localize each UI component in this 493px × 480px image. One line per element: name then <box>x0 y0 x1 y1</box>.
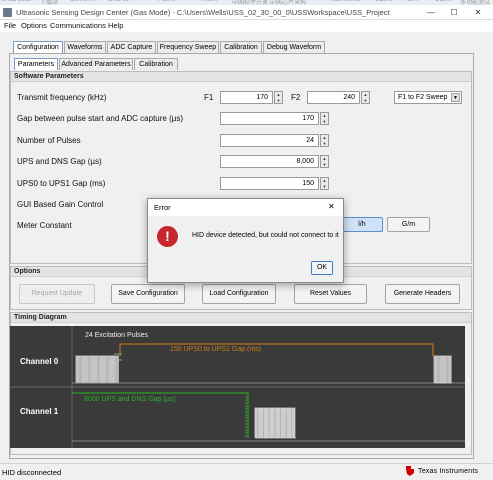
tab-adc-capture[interactable]: ADC Capture <box>107 41 156 53</box>
gain-control-label: GUI Based Gain Control <box>17 200 104 209</box>
f2-label: F2 <box>291 93 301 102</box>
pulses-input[interactable]: 24 <box>220 134 319 147</box>
reset-values-button[interactable]: Reset Values <box>294 284 367 304</box>
ups0-ups1-gap-bracket <box>119 343 434 356</box>
background-tab-label: CCSN <box>435 0 453 3</box>
timing-diagram-header: Timing Diagram <box>11 313 471 323</box>
status-bar: HID disconnected Texas Instruments <box>0 463 493 480</box>
transmit-frequency-label: Transmit frequency (kHz) <box>17 93 107 102</box>
status-text: HID disconnected <box>2 468 62 477</box>
gap-label: Gap between pulse start and ADC capture … <box>17 114 184 123</box>
background-tab-label: Chat GPT <box>108 0 135 3</box>
f1-input[interactable]: 170 <box>220 91 273 104</box>
minimize-button[interactable]: — <box>423 7 439 18</box>
software-parameters-header: Software Parameters <box>11 72 471 82</box>
pulse-train <box>433 355 452 384</box>
timing-diagram-canvas: 24 Excitation Pulses 150 UPS0 to UPS1 Ga… <box>10 326 465 448</box>
unit-lh-button[interactable]: l/h <box>341 217 383 232</box>
sweep-mode-select[interactable]: F1 to F2 Sweep ▼ <box>394 91 462 104</box>
pulses-spinner[interactable]: ▲ ▼ <box>320 134 329 147</box>
channel-1-label: Channel 1 <box>20 407 59 416</box>
close-button[interactable]: ✕ <box>470 7 486 18</box>
save-configuration-button[interactable]: Save Configuration <box>111 284 185 304</box>
f1-spinner[interactable]: ▲ ▼ <box>274 91 283 104</box>
ups0-ups1-gap-caption: 150 UPS0 to UPS1 Gap (ms) <box>170 346 262 353</box>
pulse-train <box>75 355 120 384</box>
subtab-calibration[interactable]: Calibration <box>134 58 178 70</box>
dialog-message: HID device detected, but could not conne… <box>192 232 339 239</box>
gap-input[interactable]: 170 <box>220 112 319 125</box>
ups-dns-gap-caption: 8000 UPS and DNS Gap (µs) <box>84 396 176 403</box>
background-tab-label: ie lab build <box>2 0 31 3</box>
excitation-pulses-label: 24 Excitation Pulses <box>85 332 149 339</box>
ti-logo-icon <box>405 465 415 477</box>
subtab-parameters[interactable]: Parameters <box>14 58 58 70</box>
dialog-title-bar: Error ✕ <box>148 199 343 216</box>
background-tab-label: MathWorks <box>330 0 361 3</box>
ups0-ups1-gap-spinner[interactable]: ▲ ▼ <box>320 177 329 190</box>
dialog-title: Error <box>154 203 171 212</box>
tab-frequency-sweep[interactable]: Frequency Sweep <box>157 41 219 53</box>
gap-spinner[interactable]: ▲ ▼ <box>320 112 329 125</box>
ups-dns-gap-spinner[interactable]: ▲ ▼ <box>320 155 329 168</box>
channel0-second-burst <box>433 355 452 384</box>
error-dialog: Error ✕ ! HID device detected, but could… <box>147 198 344 283</box>
timing-diagram-svg <box>10 326 465 448</box>
channel0-excitation-pulses <box>75 355 120 384</box>
tab-configuration[interactable]: Configuration <box>13 41 63 53</box>
background-tab-label: CCSN <box>375 0 393 3</box>
meter-constant-label: Meter Constant <box>17 221 72 230</box>
error-icon: ! <box>157 226 178 247</box>
unit-gm-button[interactable]: G/m <box>387 217 430 232</box>
tab-debug-waveform[interactable]: Debug Waveform <box>263 41 325 53</box>
channel1-receive-pulses <box>254 407 296 439</box>
ti-logo-text: Texas Instruments <box>418 468 479 475</box>
f2-input[interactable]: 240 <box>307 91 360 104</box>
ups0-ups1-gap-input[interactable]: 150 <box>220 177 319 190</box>
pulse-train <box>254 407 296 439</box>
menu-communications[interactable]: Communications <box>50 21 106 30</box>
channel-0-label: Channel 0 <box>20 357 59 366</box>
ups-dns-gap-label: UPS and DNS Gap (µs) <box>17 157 102 166</box>
generate-headers-button[interactable]: Generate Headers <box>385 284 460 304</box>
maximize-button[interactable]: ☐ <box>446 7 462 18</box>
background-tab-label: Fluent <box>158 0 175 3</box>
subtab-advanced-parameters[interactable]: Advanced Parameters <box>59 58 133 70</box>
menu-help[interactable]: Help <box>108 21 123 30</box>
app-icon <box>3 8 12 17</box>
sweep-mode-value: F1 to F2 Sweep <box>398 94 448 101</box>
menu-file[interactable]: File <box>4 21 16 30</box>
background-tab-label: ALAT <box>405 0 420 3</box>
dialog-close-button[interactable]: ✕ <box>328 202 335 211</box>
ups-dns-gap-input[interactable]: 8,000 <box>220 155 319 168</box>
dialog-ok-button[interactable]: OK <box>311 261 333 275</box>
background-tab-label: Conner… <box>70 0 96 3</box>
window-title: Ultrasonic Sensing Design Center (Gas Mo… <box>16 8 390 17</box>
background-tab-label: Twitch <box>200 0 218 3</box>
request-update-button[interactable]: Request Update <box>19 284 95 304</box>
pulses-label: Number of Pulses <box>17 136 81 145</box>
title-bar: Ultrasonic Sensing Design Center (Gas Mo… <box>0 5 493 20</box>
load-configuration-button[interactable]: Load Configuration <box>202 284 276 304</box>
chevron-down-icon: ▼ <box>451 93 460 102</box>
f2-spinner[interactable]: ▲ ▼ <box>361 91 370 104</box>
tab-calibration[interactable]: Calibration <box>220 41 262 53</box>
f1-label: F1 <box>204 93 214 102</box>
ups0-ups1-gap-label: UPS0 to UPS1 Gap (ms) <box>17 179 106 188</box>
menu-bar: File Options Communications Help <box>0 20 493 32</box>
tab-waveforms[interactable]: Waveforms <box>64 41 106 53</box>
menu-options[interactable]: Options <box>21 21 47 30</box>
